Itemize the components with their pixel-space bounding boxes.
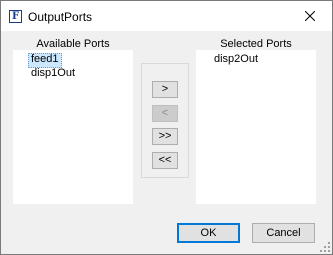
list-item-disp2out[interactable]: disp2Out [212,53,260,66]
move-buttons-panel: > < >> << [141,63,189,178]
output-ports-dialog: F OutputPorts Available Ports Selected P… [0,0,333,255]
add-all-ports-button[interactable]: >> [152,128,178,145]
window-title: OutputPorts [28,10,93,24]
add-port-button[interactable]: > [152,81,178,98]
remove-port-button[interactable]: < [152,105,178,122]
resize-grip-icon[interactable] [320,242,330,252]
selected-ports-list[interactable]: disp2Out [196,50,316,204]
close-button[interactable] [288,1,332,31]
list-item-feed1[interactable]: feed1 [28,53,62,68]
cancel-button[interactable]: Cancel [252,223,315,243]
list-item-disp1out[interactable]: disp1Out [29,67,77,80]
title-bar[interactable]: F OutputPorts [1,1,332,31]
selected-ports-label: Selected Ports [220,38,292,50]
available-ports-label: Available Ports [36,38,110,50]
close-icon [305,11,315,21]
remove-all-ports-button[interactable]: << [152,152,178,169]
available-ports-list[interactable]: feed1 disp1Out [13,50,133,204]
ok-button[interactable]: OK [177,223,240,243]
form-icon: F [9,10,22,23]
